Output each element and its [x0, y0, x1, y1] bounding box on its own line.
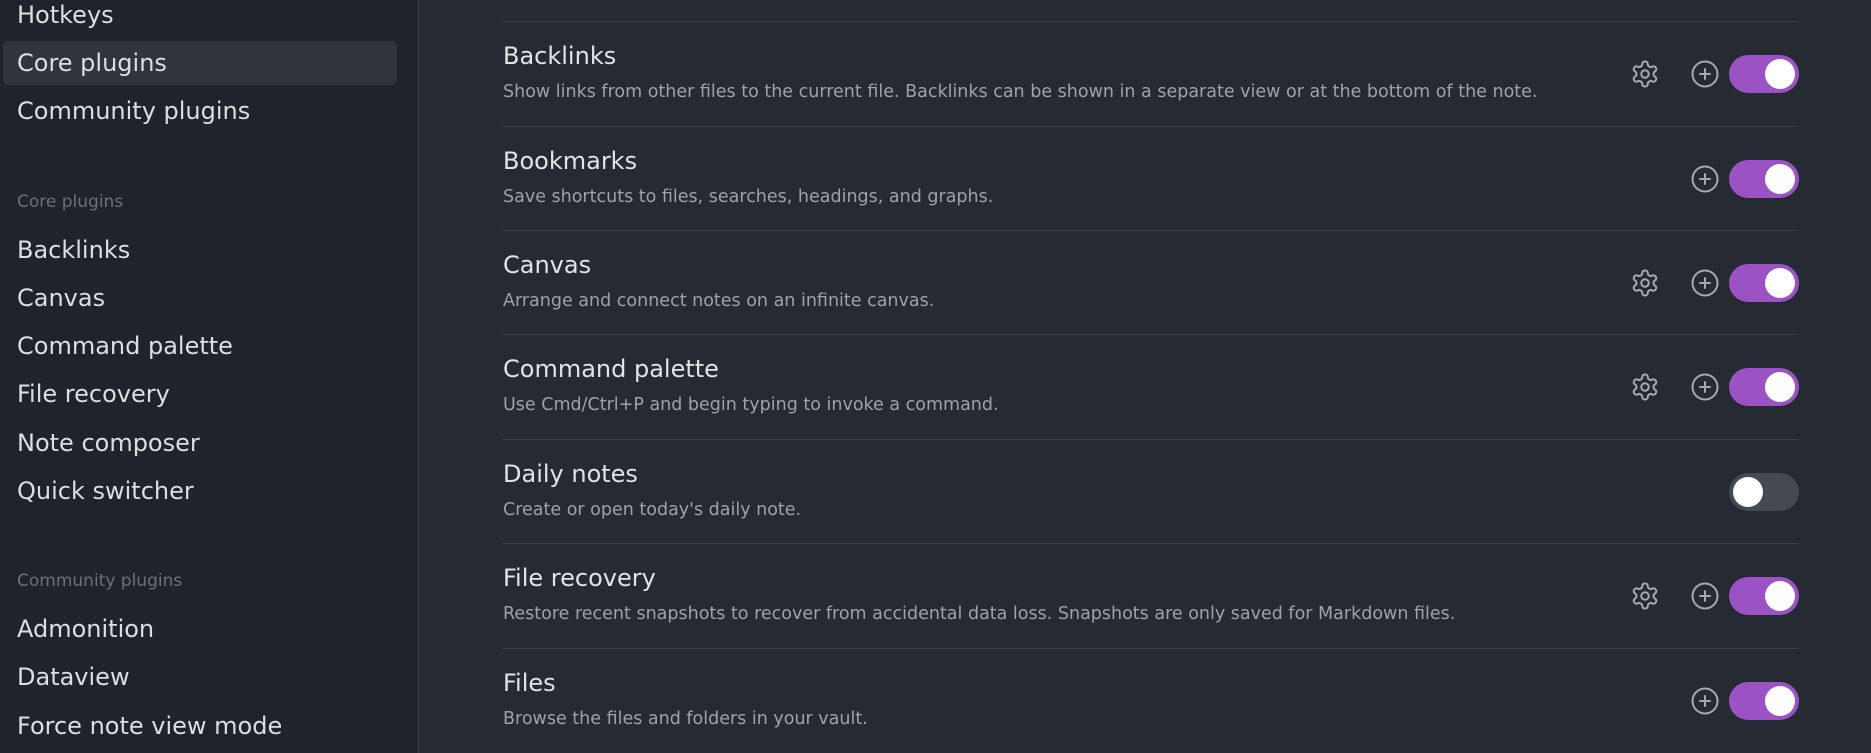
sidebar-item-community-plugins[interactable]: Community plugins [3, 89, 397, 133]
plugin-description: Arrange and connect notes on an infinite… [503, 291, 935, 311]
sidebar-heading-community-plugins: Community plugins [17, 571, 183, 591]
plugin-description: Restore recent snapshots to recover from… [503, 604, 1456, 624]
plugin-name: Daily notes [503, 460, 638, 488]
plugin-description: Create or open today's daily note. [503, 500, 802, 520]
plugin-name: Canvas [503, 251, 592, 279]
plugin-toggle[interactable] [1729, 576, 1799, 615]
plus-circle-icon[interactable] [1687, 265, 1723, 301]
plugin-row-daily-notes: Daily notes Create or open today's daily … [503, 439, 1799, 543]
plugin-toggle[interactable] [1729, 367, 1799, 406]
toggle-knob [1733, 476, 1763, 507]
plugin-row-canvas: Canvas Arrange and connect notes on an in… [503, 230, 1799, 334]
gear-icon[interactable] [1627, 578, 1663, 614]
plugin-row-file-recovery: File recovery Restore recent snapshots to… [503, 543, 1799, 647]
sidebar-item-dataview[interactable]: Dataview [3, 655, 397, 699]
toggle-knob [1765, 685, 1795, 716]
plus-circle-icon[interactable] [1687, 56, 1723, 92]
plugin-toggle[interactable] [1729, 159, 1799, 198]
plugin-name: File recovery [503, 564, 656, 592]
toggle-knob [1765, 267, 1795, 298]
plugin-description: Show links from other files to the curre… [503, 82, 1538, 102]
sidebar-item-file-recovery[interactable]: File recovery [3, 372, 397, 416]
plus-circle-icon[interactable] [1687, 683, 1723, 719]
plugin-description: Browse the files and folders in your vau… [503, 709, 868, 729]
gear-icon[interactable] [1627, 265, 1663, 301]
sidebar-item-hotkeys[interactable]: Hotkeys [3, 0, 397, 37]
toggle-knob [1765, 58, 1795, 89]
plugin-toggle[interactable] [1729, 472, 1799, 511]
gear-icon[interactable] [1627, 56, 1663, 92]
settings-window: Hotkeys Core plugins Community plugins C… [0, 0, 1871, 753]
plugin-name: Files [503, 669, 556, 697]
toggle-knob [1765, 580, 1795, 611]
toggle-knob [1765, 371, 1795, 402]
sidebar-item-admonition[interactable]: Admonition [3, 607, 397, 651]
sidebar-heading-core-plugins: Core plugins [17, 192, 124, 212]
sidebar-item-note-composer[interactable]: Note composer [3, 421, 397, 465]
sidebar-item-canvas[interactable]: Canvas [3, 276, 397, 320]
toggle-knob [1765, 163, 1795, 194]
plugin-row-backlinks: Backlinks Show links from other files to … [503, 21, 1799, 125]
plus-circle-icon[interactable] [1687, 161, 1723, 197]
plugin-description: Save shortcuts to files, searches, headi… [503, 187, 994, 207]
plugin-row-command-palette: Command palette Use Cmd/Ctrl+P and begin … [503, 334, 1799, 438]
plugin-description: Use Cmd/Ctrl+P and begin typing to invok… [503, 395, 999, 415]
sidebar-item-quick-switcher[interactable]: Quick switcher [3, 469, 397, 513]
sidebar-item-force-note-view-mode[interactable]: Force note view mode [3, 704, 397, 748]
plugin-name: Bookmarks [503, 147, 638, 175]
plugin-toggle[interactable] [1729, 263, 1799, 302]
gear-icon[interactable] [1627, 369, 1663, 405]
sidebar-item-command-palette[interactable]: Command palette [3, 324, 397, 368]
plugin-row-files: Files Browse the files and folders in you… [503, 648, 1799, 752]
plugin-toggle[interactable] [1729, 54, 1799, 93]
plugin-name: Backlinks [503, 42, 617, 70]
plugin-toggle[interactable] [1729, 681, 1799, 720]
settings-sidebar: Hotkeys Core plugins Community plugins C… [0, 0, 419, 753]
sidebar-item-core-plugins[interactable]: Core plugins [3, 41, 397, 85]
plugin-list: Backlinks Show links from other files to … [419, 0, 1871, 753]
plugin-name: Command palette [503, 355, 719, 383]
plugin-row-bookmarks: Bookmarks Save shortcuts to files, search… [503, 126, 1799, 230]
plus-circle-icon[interactable] [1687, 578, 1723, 614]
sidebar-item-backlinks[interactable]: Backlinks [3, 228, 397, 272]
plus-circle-icon[interactable] [1687, 369, 1723, 405]
